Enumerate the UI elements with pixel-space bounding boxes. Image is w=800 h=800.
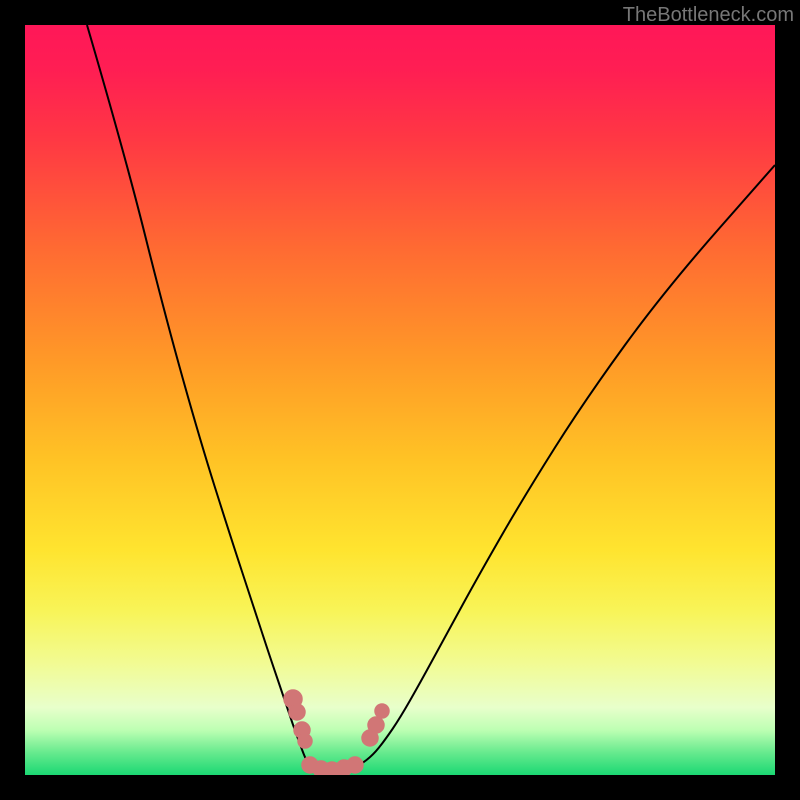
curve-left: [87, 25, 337, 772]
plot-area: [25, 25, 775, 775]
watermark: TheBottleneck.com: [623, 4, 794, 27]
markers-left-dot: [289, 704, 305, 720]
markers-left-dot: [298, 734, 312, 748]
markers-right-dot: [375, 704, 389, 718]
markers-right-dot: [368, 717, 384, 733]
curve-right: [337, 165, 775, 772]
curves: [25, 25, 775, 775]
markers-bottom-dot: [347, 757, 363, 773]
